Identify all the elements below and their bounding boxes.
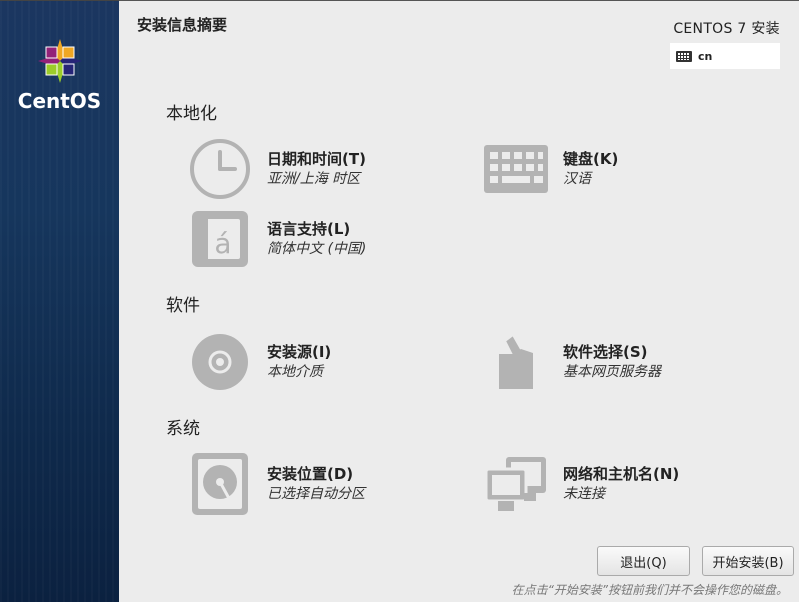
keyboard-icon: [484, 145, 548, 193]
spoke-install-destination-status: 已选择自动分区: [267, 486, 365, 502]
network-icon: [484, 457, 546, 511]
spoke-datetime-name: 日期和时间(T): [267, 150, 366, 168]
spoke-software-selection-status: 基本网页服务器: [563, 364, 661, 380]
keyboard-layout-indicator[interactable]: cn: [670, 43, 780, 69]
spoke-install-source[interactable]: 安装源(I) 本地介质: [188, 330, 331, 394]
spoke-language-status: 简体中文 (中国): [267, 241, 367, 257]
section-localization: 本地化: [166, 104, 217, 124]
disk-notice: 在点击“开始安装”按钮前我们并不会操作您的磁盘。: [511, 583, 788, 597]
language-icon: á: [192, 211, 248, 267]
svg-text:á: á: [214, 227, 231, 260]
harddisk-icon: [192, 453, 248, 515]
package-icon: [499, 333, 533, 389]
section-software: 软件: [166, 296, 200, 316]
spoke-keyboard-status: 汉语: [563, 171, 591, 187]
spoke-install-source-status: 本地介质: [267, 364, 323, 380]
spoke-network-status: 未连接: [563, 486, 605, 502]
spoke-install-destination[interactable]: 安装位置(D) 已选择自动分区: [188, 452, 365, 516]
spoke-install-destination-name: 安装位置(D): [267, 465, 354, 483]
disc-icon: [192, 334, 248, 390]
spoke-keyboard[interactable]: 键盘(K) 汉语: [484, 137, 618, 201]
main-panel: 安装信息摘要 CENTOS 7 安装 cn 本地化 软件 系统 日期和时间(T)…: [119, 0, 799, 602]
begin-installation-button[interactable]: 开始安装(B): [702, 546, 794, 576]
quit-button[interactable]: 退出(Q): [597, 546, 690, 576]
spoke-network[interactable]: 网络和主机名(N) 未连接: [484, 452, 679, 516]
spoke-software-selection-name: 软件选择(S): [563, 343, 648, 361]
keyboard-icon: [676, 50, 692, 62]
spoke-software-selection[interactable]: 软件选择(S) 基本网页服务器: [484, 330, 661, 394]
product-title: CENTOS 7 安装: [673, 21, 780, 37]
brand-name: CentOS: [17, 89, 102, 113]
sidebar: CentOS: [0, 0, 119, 602]
spoke-keyboard-name: 键盘(K): [563, 150, 619, 168]
spoke-datetime-status: 亚洲/上海 时区: [267, 171, 361, 187]
section-system: 系统: [166, 419, 200, 439]
spoke-install-source-name: 安装源(I): [267, 343, 332, 361]
spoke-language[interactable]: á 语言支持(L) 简体中文 (中国): [188, 207, 366, 271]
centos-logo: [38, 39, 82, 83]
page-title: 安装信息摘要: [137, 16, 228, 34]
keyboard-layout-label: cn: [698, 49, 713, 63]
clock-icon: [190, 139, 250, 199]
spoke-network-name: 网络和主机名(N): [563, 465, 680, 483]
spoke-language-name: 语言支持(L): [267, 220, 351, 238]
spoke-datetime[interactable]: 日期和时间(T) 亚洲/上海 时区: [188, 137, 366, 201]
